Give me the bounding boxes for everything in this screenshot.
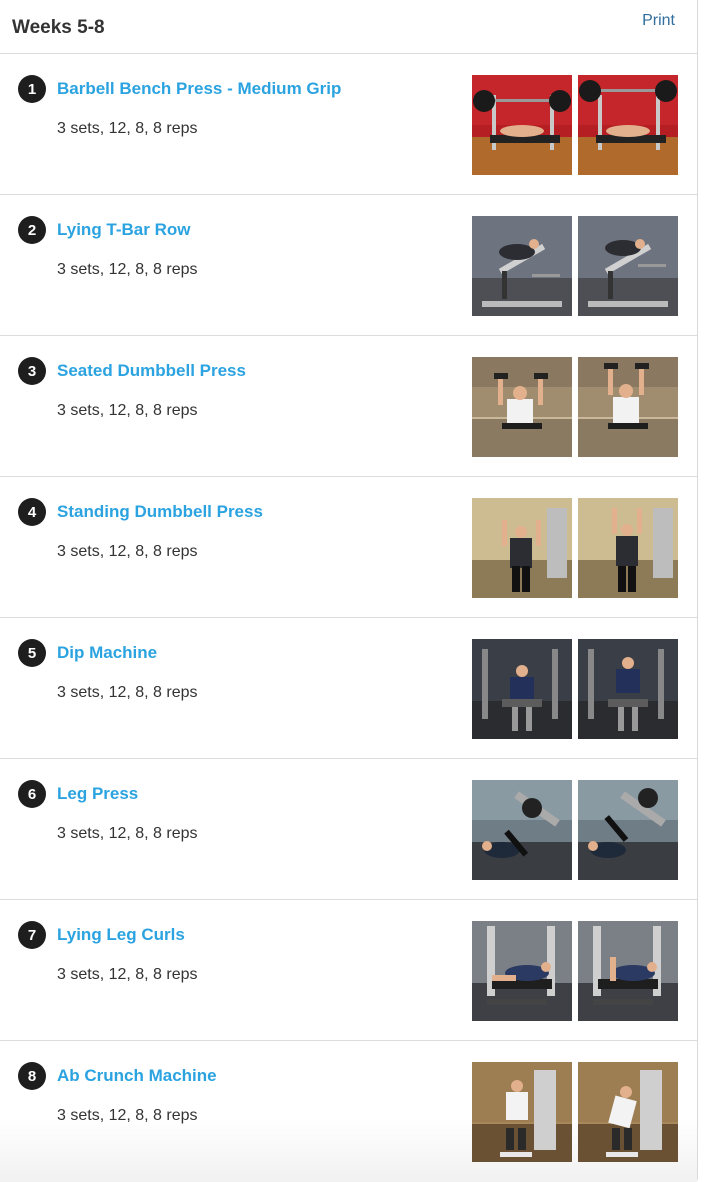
exercise-thumbnails: [472, 1062, 678, 1162]
exercise-number-badge: 6: [18, 780, 46, 808]
exercise-row: 1 Barbell Bench Press - Medium Grip 3 sets…: [0, 54, 697, 195]
exercise-row: 8 Ab Crunch Machine 3 sets, 12, 8, 8 reps: [0, 1041, 697, 1182]
exercise-row: 2 Lying T-Bar Row 3 sets, 12, 8, 8 reps: [0, 195, 697, 336]
exercise-end-photo[interactable]: [578, 639, 678, 739]
exercise-thumbnails: [472, 357, 678, 457]
exercise-name-link[interactable]: Dip Machine: [57, 643, 157, 663]
exercise-row: 3 Seated Dumbbell Press 3 sets, 12, 8, 8 r…: [0, 336, 697, 477]
exercise-sets-reps: 3 sets, 12, 8, 8 reps: [57, 825, 198, 842]
exercise-start-photo[interactable]: [472, 921, 572, 1021]
exercise-end-photo[interactable]: [578, 75, 678, 175]
exercise-sets-reps: 3 sets, 12, 8, 8 reps: [57, 684, 198, 701]
exercise-name-link[interactable]: Standing Dumbbell Press: [57, 502, 263, 522]
exercise-row: 5 Dip Machine 3 sets, 12, 8, 8 reps: [0, 618, 697, 759]
exercise-end-photo[interactable]: [578, 498, 678, 598]
exercise-number-badge: 2: [18, 216, 46, 244]
exercise-thumbnails: [472, 780, 678, 880]
exercise-end-photo[interactable]: [578, 216, 678, 316]
workout-panel: Weeks 5-8 Print 1 Barbell Bench Press - M…: [0, 0, 698, 1182]
exercise-name-link[interactable]: Leg Press: [57, 784, 138, 804]
exercise-name-link[interactable]: Seated Dumbbell Press: [57, 361, 246, 381]
exercise-end-photo[interactable]: [578, 780, 678, 880]
exercise-start-photo[interactable]: [472, 639, 572, 739]
exercise-name-link[interactable]: Ab Crunch Machine: [57, 1066, 217, 1086]
exercise-row: 6 Leg Press 3 sets, 12, 8, 8 reps: [0, 759, 697, 900]
print-link[interactable]: Print: [642, 12, 675, 30]
exercise-name-link[interactable]: Barbell Bench Press - Medium Grip: [57, 79, 341, 99]
exercise-sets-reps: 3 sets, 12, 8, 8 reps: [57, 261, 198, 278]
exercise-number-badge: 3: [18, 357, 46, 385]
exercise-row: 7 Lying Leg Curls 3 sets, 12, 8, 8 reps: [0, 900, 697, 1041]
exercise-thumbnails: [472, 498, 678, 598]
exercise-sets-reps: 3 sets, 12, 8, 8 reps: [57, 966, 198, 983]
exercise-thumbnails: [472, 639, 678, 739]
exercise-name-link[interactable]: Lying T-Bar Row: [57, 220, 191, 240]
exercise-start-photo[interactable]: [472, 75, 572, 175]
exercise-end-photo[interactable]: [578, 921, 678, 1021]
week-title: Weeks 5-8: [12, 16, 105, 38]
exercise-number-badge: 4: [18, 498, 46, 526]
exercise-sets-reps: 3 sets, 12, 8, 8 reps: [57, 402, 198, 419]
exercise-thumbnails: [472, 216, 678, 316]
week-header: Weeks 5-8 Print: [0, 0, 697, 54]
exercise-number-badge: 1: [18, 75, 46, 103]
exercise-thumbnails: [472, 921, 678, 1021]
exercise-number-badge: 7: [18, 921, 46, 949]
exercise-start-photo[interactable]: [472, 498, 572, 598]
exercise-sets-reps: 3 sets, 12, 8, 8 reps: [57, 1107, 198, 1124]
exercise-start-photo[interactable]: [472, 1062, 572, 1162]
exercise-list: 1 Barbell Bench Press - Medium Grip 3 sets…: [0, 54, 697, 1182]
exercise-sets-reps: 3 sets, 12, 8, 8 reps: [57, 543, 198, 560]
exercise-number-badge: 5: [18, 639, 46, 667]
exercise-start-photo[interactable]: [472, 357, 572, 457]
exercise-start-photo[interactable]: [472, 780, 572, 880]
exercise-name-link[interactable]: Lying Leg Curls: [57, 925, 185, 945]
exercise-sets-reps: 3 sets, 12, 8, 8 reps: [57, 120, 198, 137]
exercise-thumbnails: [472, 75, 678, 175]
exercise-number-badge: 8: [18, 1062, 46, 1090]
exercise-end-photo[interactable]: [578, 357, 678, 457]
exercise-row: 4 Standing Dumbbell Press 3 sets, 12, 8, 8…: [0, 477, 697, 618]
exercise-end-photo[interactable]: [578, 1062, 678, 1162]
exercise-start-photo[interactable]: [472, 216, 572, 316]
